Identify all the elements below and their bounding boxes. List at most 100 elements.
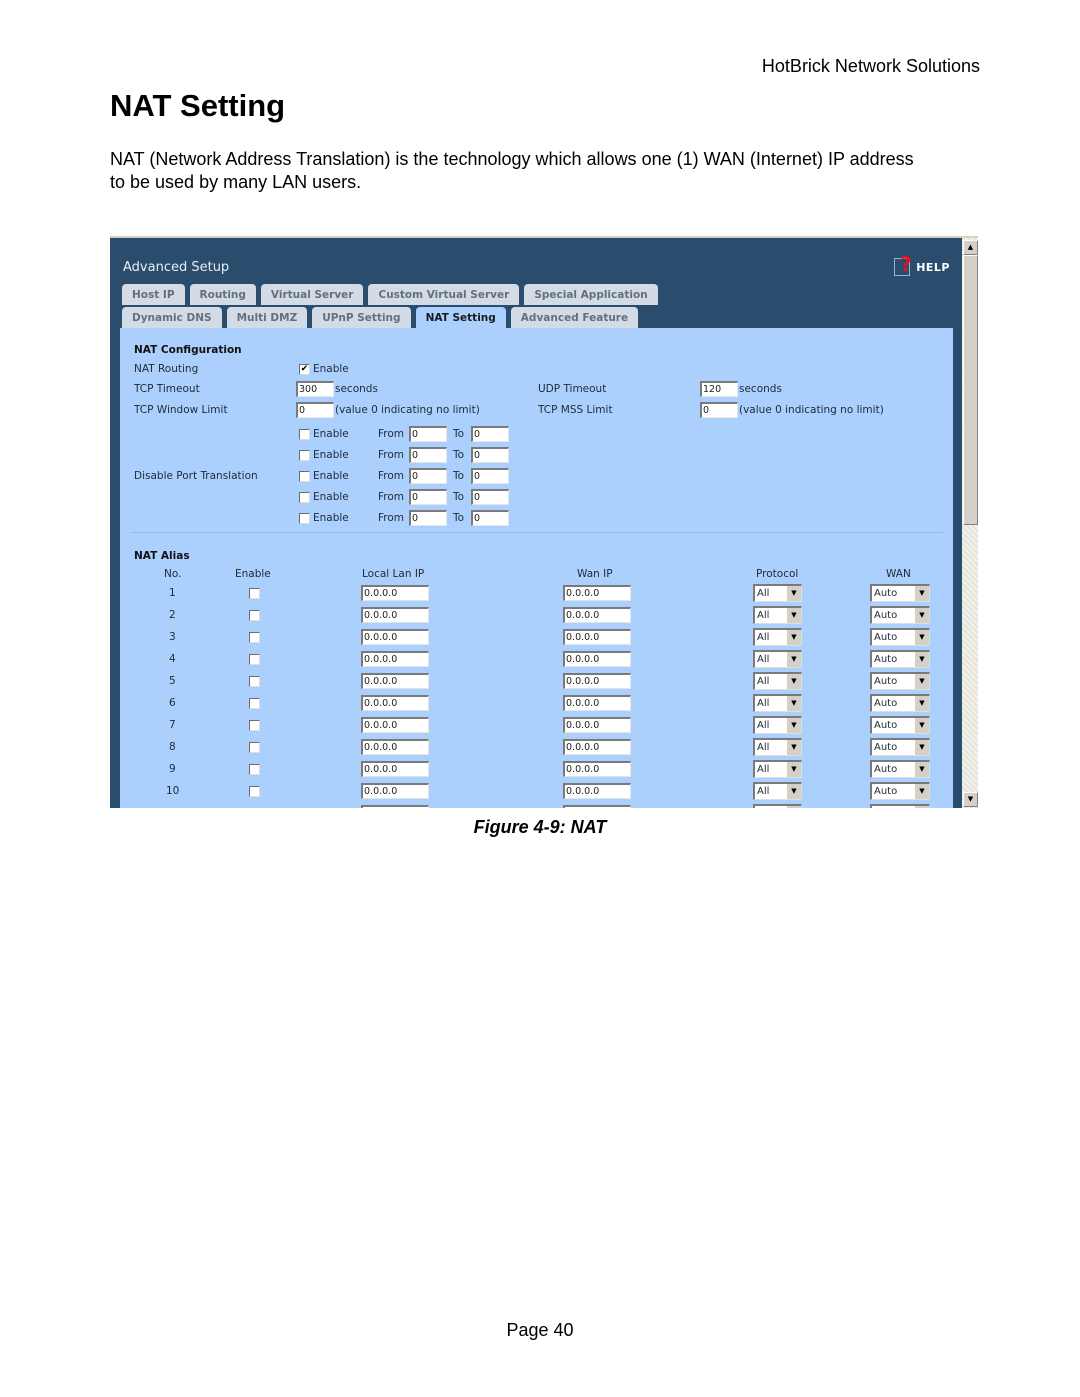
alias-wan-ip-input[interactable]: 0.0.0.0 xyxy=(563,607,631,623)
chevron-down-icon[interactable]: ▼ xyxy=(914,718,929,733)
alias-wan-select[interactable]: Auto ▼ xyxy=(870,606,930,624)
alias-protocol-select[interactable]: All ▼ xyxy=(753,716,802,734)
tcp-timeout-input[interactable]: 300 xyxy=(296,381,334,397)
alias-wan-ip-input[interactable]: 0.0.0.0 xyxy=(563,673,631,689)
port-from-input[interactable]: 0 xyxy=(409,447,447,463)
alias-protocol-select[interactable]: All ▼ xyxy=(753,628,802,646)
alias-local-lan-ip-input[interactable]: 0.0.0.0 xyxy=(361,695,429,711)
chevron-down-icon[interactable]: ▼ xyxy=(786,718,801,733)
chevron-down-icon[interactable]: ▼ xyxy=(786,630,801,645)
tab-host-ip[interactable]: Host IP xyxy=(122,284,185,305)
tab-nat-setting[interactable]: NAT Setting xyxy=(415,307,506,330)
scrollbar-thumb[interactable] xyxy=(963,255,978,525)
alias-enable-checkbox[interactable] xyxy=(249,764,260,775)
alias-wan-ip-input[interactable]: 0.0.0.0 xyxy=(563,717,631,733)
chevron-down-icon[interactable]: ▼ xyxy=(914,696,929,711)
port-to-input[interactable]: 0 xyxy=(471,489,509,505)
port-to-input[interactable]: 0 xyxy=(471,426,509,442)
chevron-down-icon[interactable]: ▼ xyxy=(786,696,801,711)
alias-protocol-select[interactable]: All ▼ xyxy=(753,606,802,624)
tab-special-application[interactable]: Special Application xyxy=(524,284,658,305)
alias-local-lan-ip-input[interactable] xyxy=(361,805,429,808)
port-translation-enable-checkbox[interactable] xyxy=(299,429,310,440)
alias-local-lan-ip-input[interactable]: 0.0.0.0 xyxy=(361,761,429,777)
alias-protocol-select[interactable]: All ▼ xyxy=(753,672,802,690)
alias-wan-select[interactable]: Auto ▼ xyxy=(870,760,930,778)
alias-protocol-select[interactable]: All ▼ xyxy=(753,650,802,668)
port-to-input[interactable]: 0 xyxy=(471,447,509,463)
chevron-down-icon[interactable]: ▼ xyxy=(786,674,801,689)
chevron-down-icon[interactable]: ▼ xyxy=(914,762,929,777)
alias-enable-checkbox[interactable] xyxy=(249,698,260,709)
alias-wan-select[interactable]: Auto ▼ xyxy=(870,716,930,734)
alias-local-lan-ip-input[interactable]: 0.0.0.0 xyxy=(361,651,429,667)
chevron-down-icon[interactable]: ▼ xyxy=(786,740,801,755)
port-to-input[interactable]: 0 xyxy=(471,510,509,526)
alias-enable-checkbox[interactable] xyxy=(249,720,260,731)
alias-enable-checkbox[interactable] xyxy=(249,676,260,687)
port-from-input[interactable]: 0 xyxy=(409,489,447,505)
port-translation-enable-checkbox[interactable] xyxy=(299,492,310,503)
alias-local-lan-ip-input[interactable]: 0.0.0.0 xyxy=(361,607,429,623)
port-from-input[interactable]: 0 xyxy=(409,510,447,526)
chevron-down-icon[interactable]: ▼ xyxy=(914,630,929,645)
chevron-down-icon[interactable]: ▼ xyxy=(914,806,929,808)
alias-wan-select[interactable]: ▼ xyxy=(870,804,930,808)
alias-enable-checkbox[interactable] xyxy=(249,786,260,797)
alias-local-lan-ip-input[interactable]: 0.0.0.0 xyxy=(361,585,429,601)
alias-wan-ip-input[interactable]: 0.0.0.0 xyxy=(563,761,631,777)
alias-protocol-select[interactable]: All ▼ xyxy=(753,694,802,712)
chevron-down-icon[interactable]: ▼ xyxy=(786,608,801,623)
tab-custom-virtual-server[interactable]: Custom Virtual Server xyxy=(368,284,520,305)
tcp-window-limit-input[interactable]: 0 xyxy=(296,402,334,418)
chevron-down-icon[interactable]: ▼ xyxy=(786,762,801,777)
alias-wan-select[interactable]: Auto ▼ xyxy=(870,782,930,800)
nat-routing-checkbox[interactable]: ✔ xyxy=(299,364,310,375)
chevron-down-icon[interactable]: ▼ xyxy=(914,740,929,755)
alias-local-lan-ip-input[interactable]: 0.0.0.0 xyxy=(361,739,429,755)
alias-wan-ip-input[interactable]: 0.0.0.0 xyxy=(563,739,631,755)
scroll-down-icon[interactable]: ▼ xyxy=(963,792,978,807)
alias-local-lan-ip-input[interactable]: 0.0.0.0 xyxy=(361,783,429,799)
chevron-down-icon[interactable]: ▼ xyxy=(914,586,929,601)
vertical-scrollbar[interactable]: ▲ ▼ xyxy=(962,238,978,808)
alias-wan-ip-input[interactable]: 0.0.0.0 xyxy=(563,585,631,601)
alias-wan-select[interactable]: Auto ▼ xyxy=(870,628,930,646)
scroll-up-icon[interactable]: ▲ xyxy=(963,240,978,255)
help-button[interactable]: ? HELP xyxy=(894,254,950,276)
chevron-down-icon[interactable]: ▼ xyxy=(914,784,929,799)
alias-protocol-select[interactable]: All ▼ xyxy=(753,738,802,756)
alias-wan-select[interactable]: Auto ▼ xyxy=(870,694,930,712)
chevron-down-icon[interactable]: ▼ xyxy=(914,652,929,667)
alias-protocol-select[interactable]: All ▼ xyxy=(753,584,802,602)
alias-enable-checkbox[interactable] xyxy=(249,632,260,643)
port-translation-enable-checkbox[interactable] xyxy=(299,450,310,461)
alias-protocol-select[interactable]: ▼ xyxy=(753,804,802,808)
alias-enable-checkbox[interactable] xyxy=(249,588,260,599)
chevron-down-icon[interactable]: ▼ xyxy=(786,784,801,799)
alias-wan-ip-input[interactable]: 0.0.0.0 xyxy=(563,651,631,667)
chevron-down-icon[interactable]: ▼ xyxy=(914,674,929,689)
alias-enable-checkbox[interactable] xyxy=(249,742,260,753)
alias-wan-ip-input[interactable]: 0.0.0.0 xyxy=(563,783,631,799)
port-to-input[interactable]: 0 xyxy=(471,468,509,484)
port-translation-enable-checkbox[interactable] xyxy=(299,471,310,482)
chevron-down-icon[interactable]: ▼ xyxy=(914,608,929,623)
alias-wan-select[interactable]: Auto ▼ xyxy=(870,650,930,668)
chevron-down-icon[interactable]: ▼ xyxy=(786,652,801,667)
port-translation-enable-checkbox[interactable] xyxy=(299,513,310,524)
tab-dynamic-dns[interactable]: Dynamic DNS xyxy=(122,307,222,328)
chevron-down-icon[interactable]: ▼ xyxy=(786,586,801,601)
tab-multi-dmz[interactable]: Multi DMZ xyxy=(226,307,308,328)
port-from-input[interactable]: 0 xyxy=(409,426,447,442)
alias-wan-select[interactable]: Auto ▼ xyxy=(870,738,930,756)
alias-local-lan-ip-input[interactable]: 0.0.0.0 xyxy=(361,673,429,689)
tab-advanced-feature[interactable]: Advanced Feature xyxy=(510,307,639,328)
tab-routing[interactable]: Routing xyxy=(189,284,256,305)
alias-enable-checkbox[interactable] xyxy=(249,654,260,665)
alias-wan-select[interactable]: Auto ▼ xyxy=(870,584,930,602)
alias-wan-ip-input[interactable] xyxy=(563,805,631,808)
alias-local-lan-ip-input[interactable]: 0.0.0.0 xyxy=(361,717,429,733)
port-from-input[interactable]: 0 xyxy=(409,468,447,484)
alias-protocol-select[interactable]: All ▼ xyxy=(753,782,802,800)
